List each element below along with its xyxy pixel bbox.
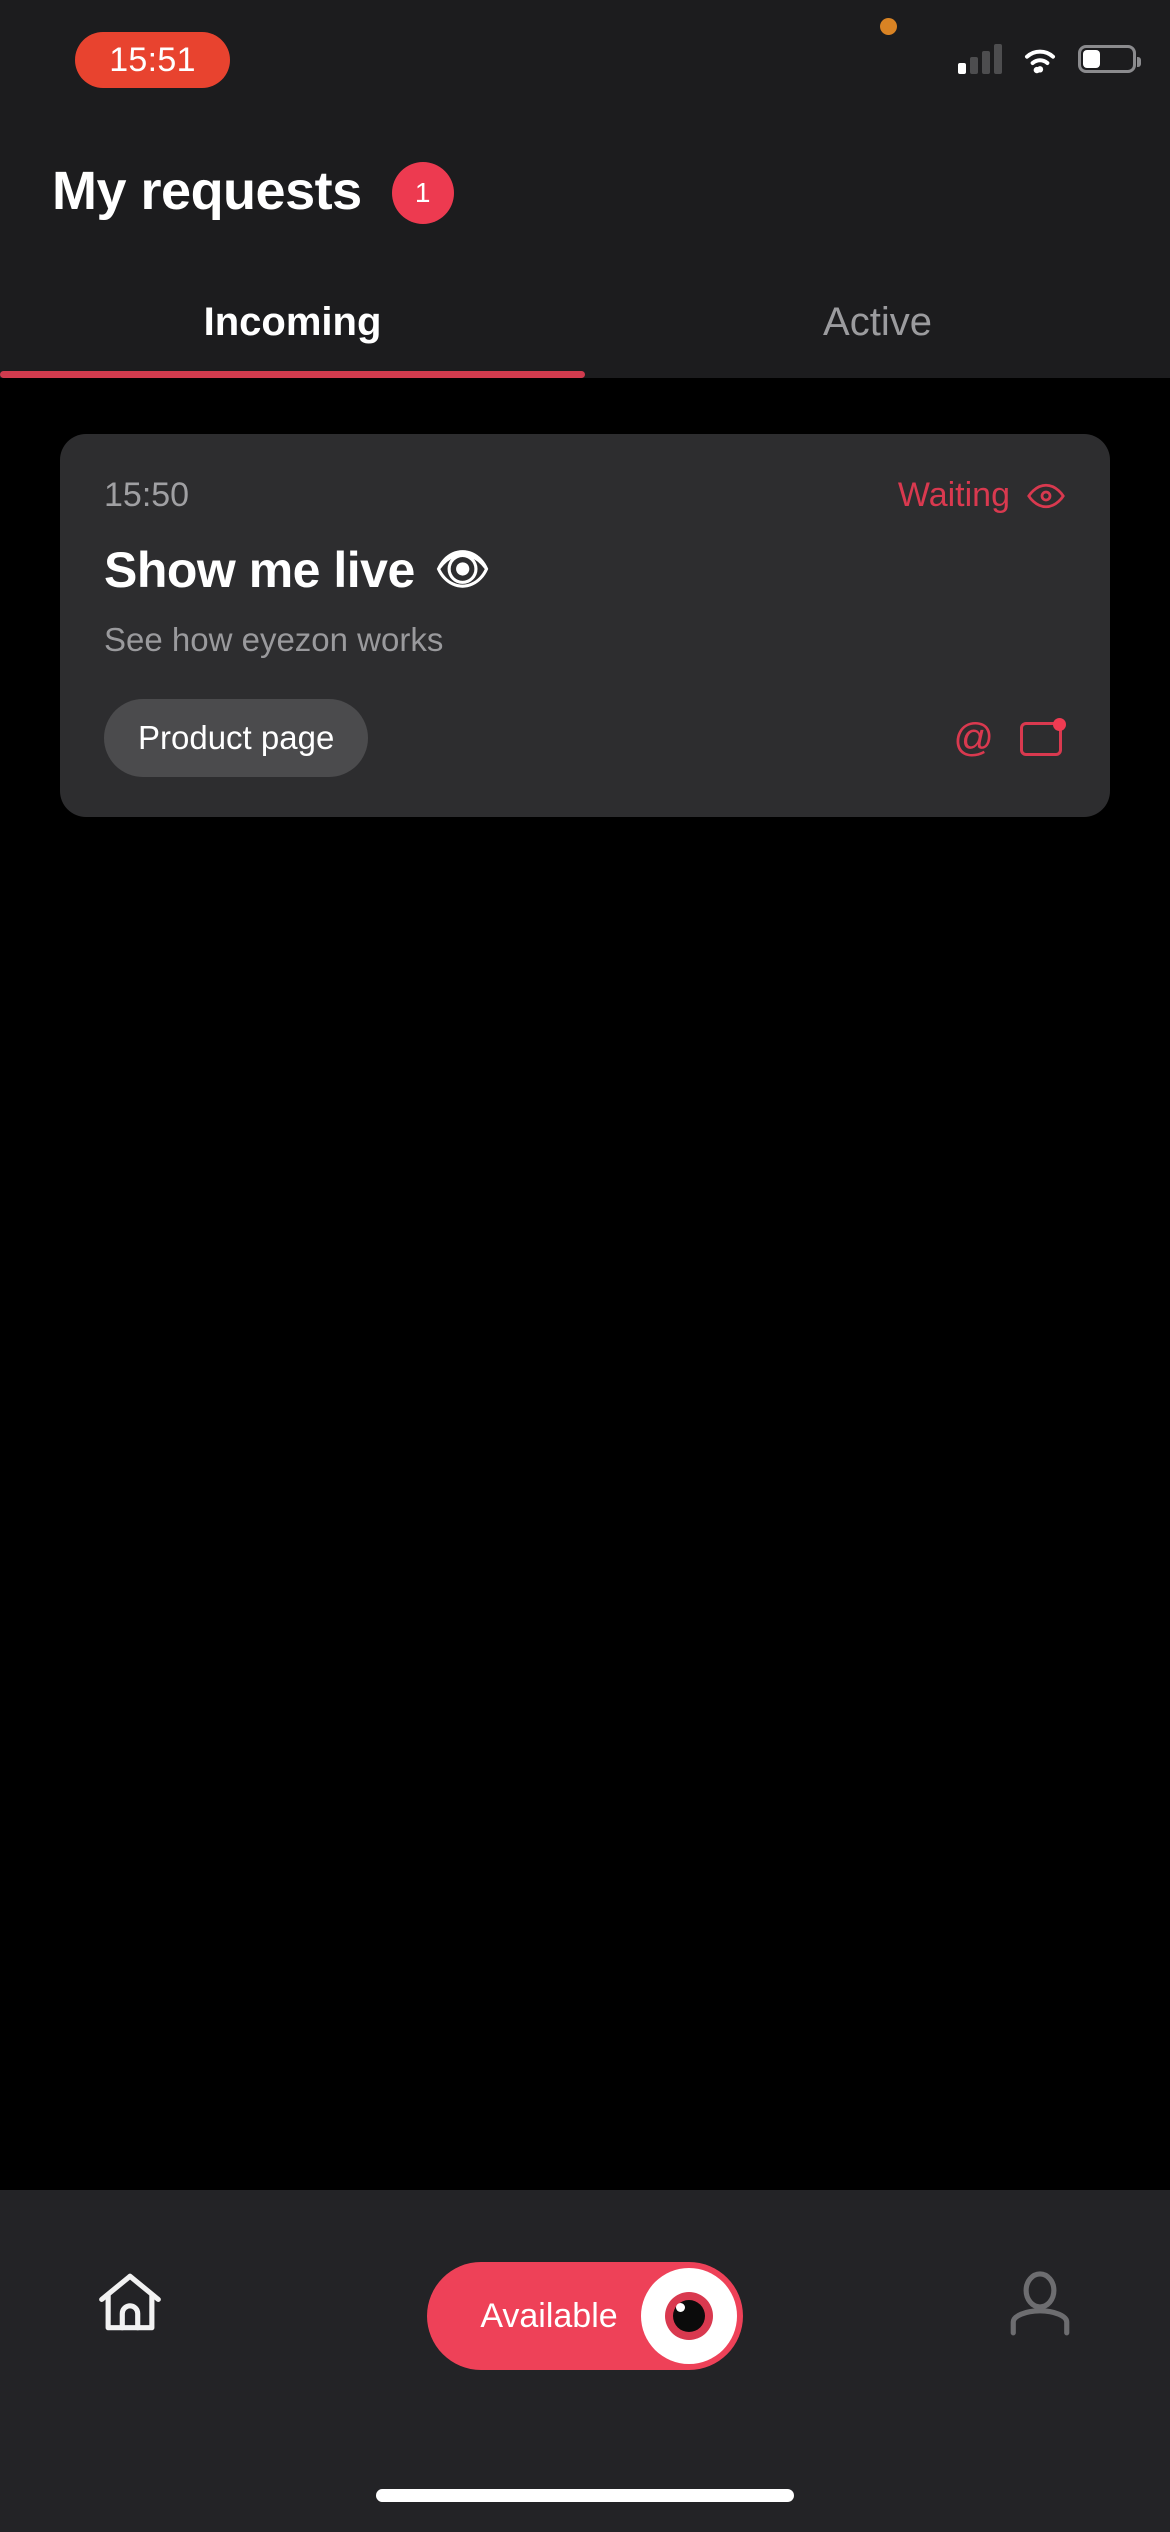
request-subtitle: See how eyezon works: [104, 621, 444, 658]
request-actions: @: [953, 718, 1066, 758]
home-indicator[interactable]: [376, 2489, 794, 2502]
request-card-header: 15:50 Waiting: [104, 476, 1066, 515]
battery-icon: [1078, 45, 1141, 73]
status-bar-indicators: [958, 44, 1141, 74]
page-header: My requests 1 Incoming Active: [0, 118, 1170, 378]
availability-toggle[interactable]: Available: [427, 2262, 743, 2370]
tab-active-indicator: [0, 371, 585, 378]
tab-bar: Incoming Active: [0, 266, 1170, 378]
tab-active-label: Active: [823, 299, 932, 344]
bottom-nav-bar: Available: [0, 2190, 1170, 2532]
request-title-row: Show me live 👁: [104, 541, 1066, 599]
tab-active[interactable]: Active: [585, 266, 1170, 378]
badge-count-label: 1: [414, 177, 431, 208]
requests-count-badge: 1: [391, 162, 454, 224]
wifi-icon: [1025, 49, 1055, 74]
screen-share-icon[interactable]: [1020, 718, 1066, 758]
app-root: 15:51 My requests 1 Incoming Active 15:5…: [0, 0, 1170, 2532]
person-icon[interactable]: [1000, 2262, 1080, 2342]
privacy-indicator-dot: [880, 18, 897, 35]
screen-share-badge-dot: [1053, 718, 1066, 731]
recording-time-pill[interactable]: 15:51: [75, 32, 230, 88]
status-bar: 15:51: [0, 0, 1170, 118]
eye-knob-icon: [641, 2268, 737, 2364]
eye-icon: [1027, 483, 1065, 508]
request-card[interactable]: 15:50 Waiting Show me live 👁 See how eye…: [60, 434, 1110, 817]
request-status-label: Waiting: [897, 476, 1010, 514]
request-status: Waiting: [898, 476, 1066, 515]
request-time: 15:50: [104, 476, 190, 514]
request-card-footer: Product page @: [104, 699, 1066, 777]
page-title: My requests: [52, 161, 362, 221]
eye-emoji-icon: 👁: [434, 545, 491, 594]
home-icon[interactable]: [90, 2262, 170, 2342]
at-icon[interactable]: @: [953, 718, 994, 758]
product-page-chip[interactable]: Product page: [104, 699, 369, 777]
requests-list: 15:50 Waiting Show me live 👁 See how eye…: [0, 378, 1170, 2190]
title-row: My requests 1: [0, 118, 1170, 266]
status-bar-time: 15:51: [109, 40, 196, 79]
request-title: Show me live: [104, 542, 415, 598]
tab-incoming-label: Incoming: [203, 299, 382, 344]
tab-incoming[interactable]: Incoming: [0, 266, 585, 378]
cellular-signal-icon: [958, 44, 1002, 74]
